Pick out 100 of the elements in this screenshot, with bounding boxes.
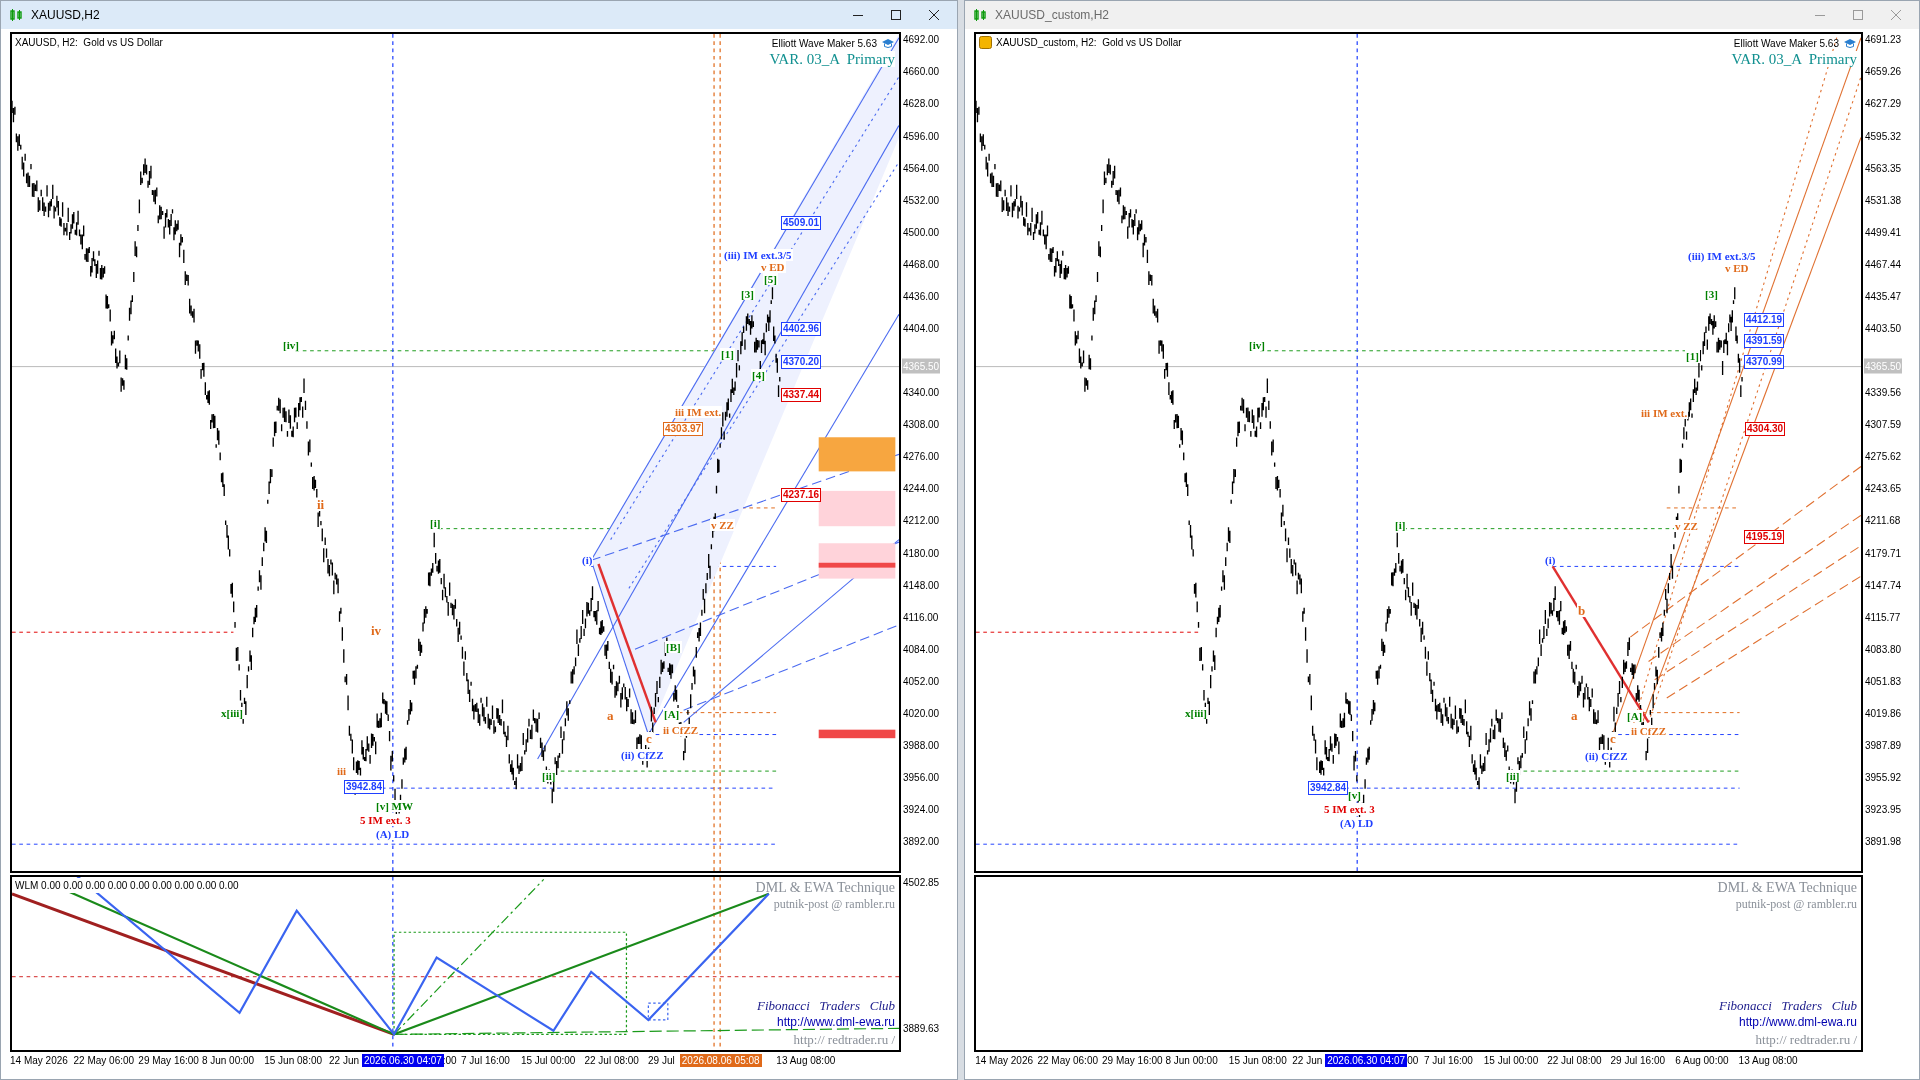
price-tag: 4391.59 (1744, 334, 1785, 348)
price-tick: 4404.00 (903, 321, 940, 336)
variant-label: VAR. 03_A Primary (769, 51, 895, 67)
wave-label: (i) (581, 554, 594, 566)
wave-label: [i] (1394, 519, 1407, 531)
minimize-icon (853, 14, 863, 16)
symbol-label: XAUUSD, H2: Gold vs US Dollar (15, 36, 163, 50)
wave-label: [1] (720, 348, 735, 360)
time-tick: 15 Jun 08:00 (1228, 1054, 1287, 1067)
wave-label: [ii] (1505, 770, 1521, 782)
time-tick: 6 Aug 00:00 (1675, 1054, 1729, 1067)
time-tick: 14 May 2026 (10, 1054, 68, 1067)
price-tick: 4308.00 (903, 417, 940, 432)
price-tick: 4019.86 (1865, 706, 1902, 721)
wave-label: 5 IM ext. 3 (359, 814, 412, 826)
graduation-cap-icon (881, 37, 895, 50)
price-tag: 4237.16 (781, 488, 822, 502)
wave-label: [iv] (282, 339, 300, 351)
price-tag: 4370.99 (1744, 355, 1785, 369)
price-tick: 4436.00 (903, 289, 940, 304)
price-tick: 3956.00 (903, 770, 940, 785)
indicator-tick: 3889.63 (903, 1022, 940, 1036)
time-tick: :00 (442, 1054, 457, 1067)
time-tick: 15 Jul 00:00 (1483, 1054, 1539, 1067)
price-tick: 3923.95 (1865, 802, 1902, 817)
price-tick: 4020.00 (903, 706, 940, 721)
link[interactable]: http://www.dml-ewa.ru (776, 1014, 895, 1031)
price-tick: 4275.62 (1865, 449, 1902, 464)
price-tick: 4052.00 (903, 674, 940, 689)
wave-label: iii (336, 765, 348, 777)
email-text: putnik-post @ rambler.ru (773, 896, 895, 913)
price-tag: 4303.97 (663, 422, 704, 436)
time-tick: 22 May 06:00 (1037, 1054, 1098, 1067)
wave-label: iii IM ext. (1640, 407, 1689, 419)
wave-label: [ii] (541, 770, 557, 782)
time-tick: 8 Jun 00:00 (1165, 1054, 1218, 1067)
wave-label: v ED (760, 261, 786, 273)
time-tick: 22 May 06:00 (73, 1054, 135, 1067)
price-tick: 4115.77 (1865, 610, 1901, 625)
price-tick: 4179.71 (1865, 546, 1902, 560)
wave-label: (A) LD (1339, 817, 1375, 829)
wave-label: (A) LD (375, 828, 411, 840)
price-tick: 4307.59 (1865, 417, 1902, 432)
price-tick: 4435.47 (1865, 289, 1902, 304)
price-tick: 4564.00 (903, 161, 940, 176)
time-tick: 13 Aug 08:00 (776, 1054, 836, 1067)
wave-label: (iii) IM ext.3/5 (723, 249, 793, 261)
price-tag: 4412.19 (1744, 313, 1785, 327)
link[interactable]: http://www.dml-ewa.ru (1738, 1014, 1857, 1031)
window-title: XAUUSD_custom,H2 (995, 7, 1110, 24)
credit-title: DML & EWA Technique (1717, 879, 1857, 896)
price-tick: 4148.00 (903, 578, 940, 593)
wave-label: [i] (429, 517, 442, 529)
time-tick: 13 Aug 08:00 (1738, 1054, 1798, 1067)
variant-label: VAR. 03_A Primary (1731, 51, 1857, 67)
current-price-tag: 4365.50 (1864, 358, 1903, 374)
time-tick: 29 Jul 16:00 (1610, 1054, 1666, 1067)
price-tick: 4660.00 (903, 64, 940, 79)
wave-label: ii CfZZ (1630, 725, 1668, 737)
wave-label: ii CfZZ (662, 724, 700, 736)
time-tick: 15 Jul 00:00 (520, 1054, 576, 1067)
price-tick: 4467.44 (1865, 257, 1902, 272)
price-tag: 3942.84 (1308, 781, 1349, 795)
candlestick-icon (973, 8, 987, 22)
price-tick: 4499.41 (1865, 225, 1902, 240)
wave-label: [4] (751, 369, 766, 381)
price-tick: 4084.00 (903, 642, 940, 657)
window-title: XAUUSD,H2 (31, 7, 100, 24)
price-tag: 4509.01 (781, 216, 822, 230)
wave-label: x[iii] (220, 707, 244, 719)
price-tick: 3892.00 (903, 834, 940, 849)
time-tick: 14 May 2026 (975, 1054, 1034, 1067)
wave-label: [1] (1685, 350, 1700, 362)
wave-label: c (1609, 732, 1617, 745)
maximize-icon (891, 10, 901, 20)
time-tick: 22 Jun (1292, 1054, 1323, 1067)
price-tick: 4276.00 (903, 449, 940, 464)
wave-label: (iii) IM ext.3/5 (1687, 250, 1757, 262)
wave-label: [5] (763, 273, 778, 285)
price-tick: 4627.29 (1865, 97, 1902, 111)
club-text: Fibonacci Traders Club (1719, 997, 1857, 1014)
wave-label: ii (316, 498, 326, 511)
price-tick: 4083.80 (1865, 642, 1902, 657)
price-tick: 4532.00 (903, 193, 940, 208)
price-tick: 4563.35 (1865, 161, 1902, 176)
price-tag: 4370.20 (781, 355, 822, 369)
price-tick: 4659.26 (1865, 64, 1902, 79)
indicator-tick: 4502.85 (903, 876, 940, 890)
price-tag: 4337.44 (781, 388, 822, 402)
wave-label: [B] (665, 641, 682, 653)
wave-label: v ED (1724, 262, 1750, 274)
wave-label: (ii) CfZZ (1584, 750, 1629, 762)
price-tick: 4468.00 (903, 257, 940, 272)
time-cursor-label: 2026.06.30 04:07 (362, 1054, 444, 1067)
time-tick: 29 May 16:00 (1102, 1054, 1163, 1067)
wave-label: 5 IM ext. 3 (1323, 803, 1376, 815)
wave-label: (i) (1544, 554, 1557, 566)
price-tick: 4211.68 (1865, 513, 1901, 528)
close-icon (1891, 10, 1901, 20)
time-tick: 8 Jun 00:00 (201, 1054, 255, 1067)
